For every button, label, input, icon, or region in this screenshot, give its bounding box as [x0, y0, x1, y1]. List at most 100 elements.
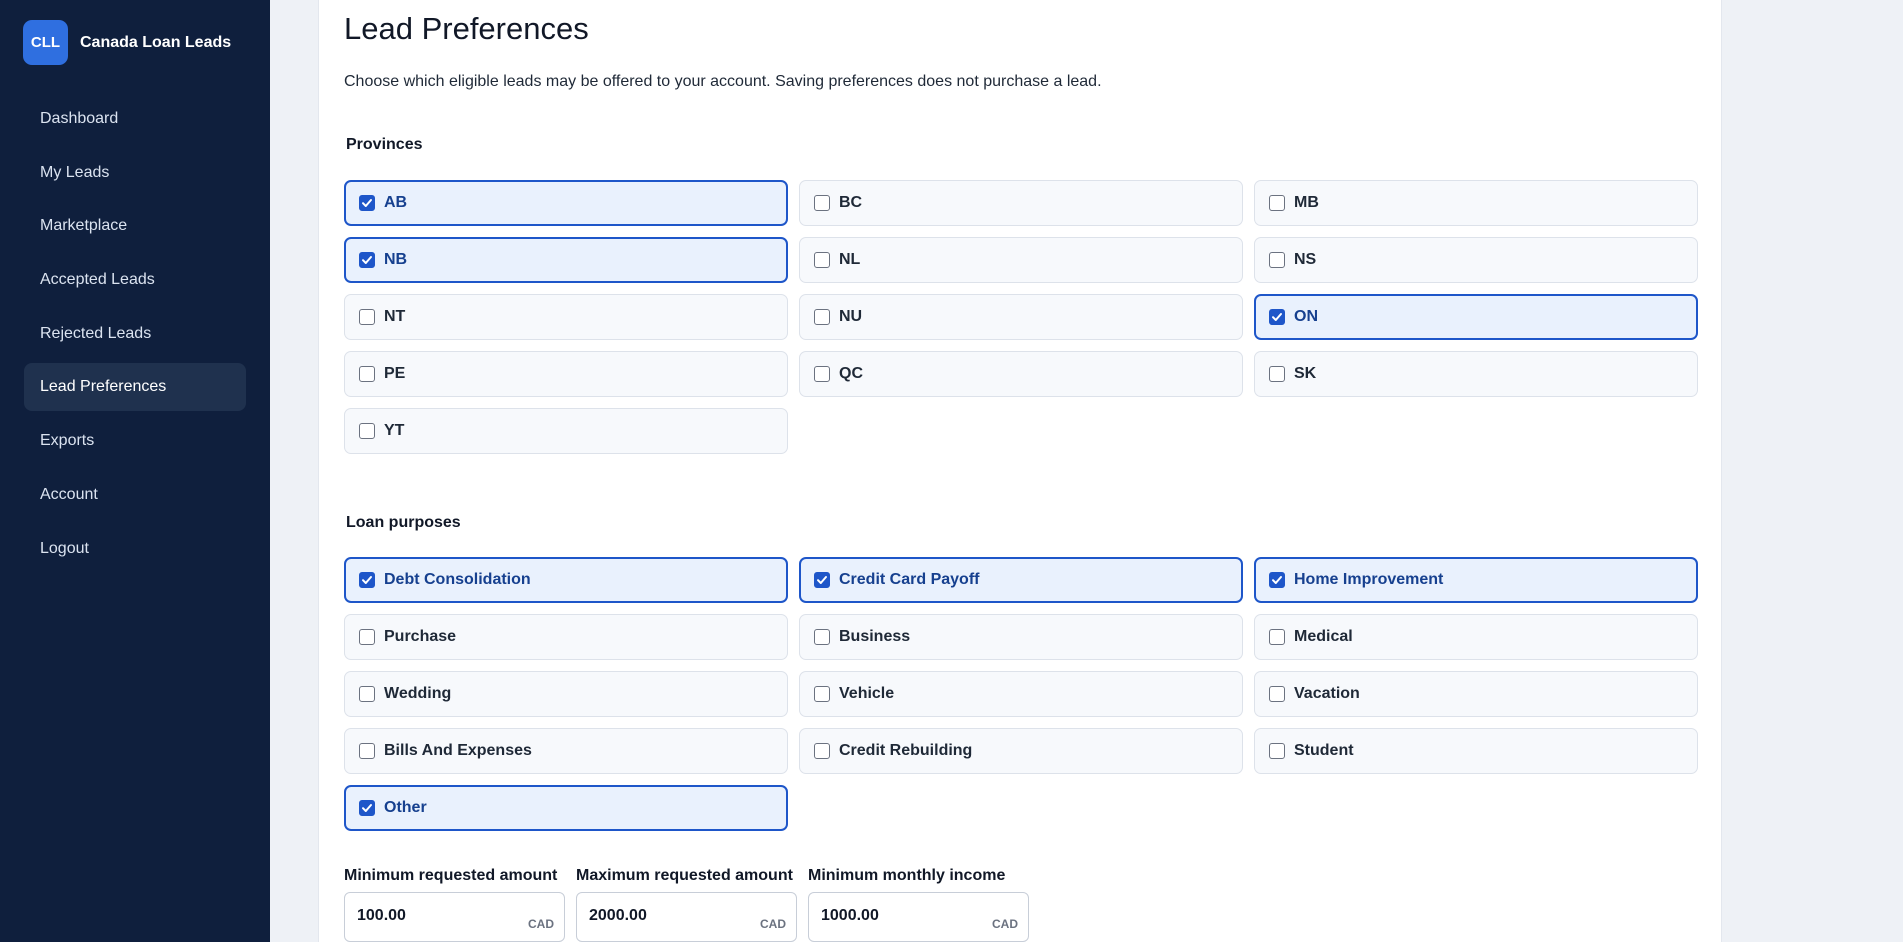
province-option-label: SK — [1294, 365, 1317, 382]
purpose-option-purchase[interactable]: Purchase — [344, 614, 788, 660]
sidebar-item-label: Account — [40, 485, 98, 503]
checkbox-icon[interactable] — [814, 743, 830, 759]
purpose-option-credit-rebuilding[interactable]: Credit Rebuilding — [799, 728, 1243, 774]
sidebar-item-dashboard[interactable]: Dashboard — [24, 95, 246, 143]
province-option-label: NS — [1294, 251, 1317, 268]
province-option-bc[interactable]: BC — [799, 180, 1243, 226]
min-income-box[interactable]: CAD — [808, 892, 1029, 942]
province-option-label: MB — [1294, 194, 1319, 211]
sidebar-item-rejected-leads[interactable]: Rejected Leads — [24, 310, 246, 358]
province-option-yt[interactable]: YT — [344, 408, 788, 454]
province-option-nu[interactable]: NU — [799, 294, 1243, 340]
province-option-nb[interactable]: NB — [344, 237, 788, 283]
sidebar-item-logout[interactable]: Logout — [24, 525, 246, 573]
sidebar-item-exports[interactable]: Exports — [24, 417, 246, 465]
purpose-option-label: Home Improvement — [1294, 571, 1444, 588]
preferences-card: Lead Preferences Choose which eligible l… — [318, 0, 1722, 942]
provinces-heading: Provinces — [346, 136, 423, 153]
checkbox-icon[interactable] — [359, 423, 375, 439]
min-amount-box[interactable]: CAD — [344, 892, 565, 942]
checkbox-icon[interactable] — [359, 309, 375, 325]
province-option-ab[interactable]: AB — [344, 180, 788, 226]
checkbox-icon[interactable] — [814, 686, 830, 702]
checkbox-icon[interactable] — [1269, 572, 1285, 588]
max-amount-input[interactable] — [589, 907, 739, 925]
purpose-option-label: Vacation — [1294, 685, 1360, 702]
checkbox-icon[interactable] — [359, 366, 375, 382]
province-option-label: NL — [839, 251, 861, 268]
max-amount-field: Maximum requested amount CAD — [576, 867, 797, 942]
brand-name: Canada Loan Leads — [80, 33, 232, 51]
checkbox-icon[interactable] — [1269, 743, 1285, 759]
brand[interactable]: CLL Canada Loan Leads — [23, 20, 231, 65]
checkbox-icon[interactable] — [814, 252, 830, 268]
checkbox-icon[interactable] — [814, 572, 830, 588]
purpose-option-wedding[interactable]: Wedding — [344, 671, 788, 717]
checkbox-icon[interactable] — [814, 366, 830, 382]
checkbox-icon[interactable] — [359, 195, 375, 211]
purpose-option-label: Purchase — [384, 628, 457, 645]
provinces-grid: AB BC MB NB NL NS NT NU ON PE QC SK YT — [344, 180, 1700, 454]
province-option-pe[interactable]: PE — [344, 351, 788, 397]
sidebar-item-label: Marketplace — [40, 217, 128, 235]
checkbox-icon[interactable] — [359, 629, 375, 645]
checkbox-icon[interactable] — [359, 800, 375, 816]
province-option-label: PE — [384, 365, 406, 382]
checkbox-icon[interactable] — [814, 195, 830, 211]
checkbox-icon[interactable] — [359, 252, 375, 268]
province-option-nt[interactable]: NT — [344, 294, 788, 340]
min-amount-input[interactable] — [357, 907, 507, 925]
sidebar: CLL Canada Loan Leads Dashboard My Leads… — [0, 0, 270, 942]
purpose-option-label: Medical — [1294, 628, 1353, 645]
sidebar-item-accepted-leads[interactable]: Accepted Leads — [24, 256, 246, 304]
purpose-option-bills-and-expenses[interactable]: Bills And Expenses — [344, 728, 788, 774]
purpose-option-student[interactable]: Student — [1254, 728, 1698, 774]
checkbox-icon[interactable] — [359, 572, 375, 588]
province-option-ns[interactable]: NS — [1254, 237, 1698, 283]
sidebar-item-marketplace[interactable]: Marketplace — [24, 202, 246, 250]
checkbox-icon[interactable] — [1269, 686, 1285, 702]
province-option-label: NT — [384, 308, 406, 325]
province-option-mb[interactable]: MB — [1254, 180, 1698, 226]
province-option-nl[interactable]: NL — [799, 237, 1243, 283]
checkbox-icon[interactable] — [1269, 195, 1285, 211]
checkbox-icon[interactable] — [1269, 309, 1285, 325]
min-amount-unit: CAD — [528, 917, 554, 931]
purpose-option-label: Student — [1294, 742, 1354, 759]
purpose-option-label: Bills And Expenses — [384, 742, 532, 759]
purpose-option-home-improvement[interactable]: Home Improvement — [1254, 557, 1698, 603]
province-option-on[interactable]: ON — [1254, 294, 1698, 340]
sidebar-item-my-leads[interactable]: My Leads — [24, 149, 246, 197]
purpose-option-other[interactable]: Other — [344, 785, 788, 831]
sidebar-item-label: Logout — [40, 539, 89, 557]
page-description: Choose which eligible leads may be offer… — [344, 73, 1102, 90]
checkbox-icon[interactable] — [359, 686, 375, 702]
checkbox-icon[interactable] — [814, 309, 830, 325]
checkbox-icon[interactable] — [1269, 252, 1285, 268]
purpose-option-credit-card-payoff[interactable]: Credit Card Payoff — [799, 557, 1243, 603]
purpose-option-vacation[interactable]: Vacation — [1254, 671, 1698, 717]
brand-logo: CLL — [23, 20, 68, 65]
province-option-qc[interactable]: QC — [799, 351, 1243, 397]
sidebar-item-account[interactable]: Account — [24, 471, 246, 519]
max-amount-label: Maximum requested amount — [576, 867, 793, 884]
province-option-label: AB — [384, 194, 408, 211]
max-amount-box[interactable]: CAD — [576, 892, 797, 942]
checkbox-icon[interactable] — [1269, 629, 1285, 645]
purpose-option-label: Business — [839, 628, 911, 645]
purpose-option-label: Vehicle — [839, 685, 895, 702]
purpose-option-vehicle[interactable]: Vehicle — [799, 671, 1243, 717]
checkbox-icon[interactable] — [814, 629, 830, 645]
page-title: Lead Preferences — [344, 11, 589, 46]
province-option-sk[interactable]: SK — [1254, 351, 1698, 397]
purpose-option-debt-consolidation[interactable]: Debt Consolidation — [344, 557, 788, 603]
min-amount-field: Minimum requested amount CAD — [344, 867, 565, 942]
min-amount-label: Minimum requested amount — [344, 867, 558, 884]
purpose-option-business[interactable]: Business — [799, 614, 1243, 660]
checkbox-icon[interactable] — [359, 743, 375, 759]
max-amount-unit: CAD — [760, 917, 786, 931]
sidebar-item-lead-preferences[interactable]: Lead Preferences — [24, 363, 246, 412]
checkbox-icon[interactable] — [1269, 366, 1285, 382]
purpose-option-medical[interactable]: Medical — [1254, 614, 1698, 660]
min-income-input[interactable] — [821, 907, 971, 925]
